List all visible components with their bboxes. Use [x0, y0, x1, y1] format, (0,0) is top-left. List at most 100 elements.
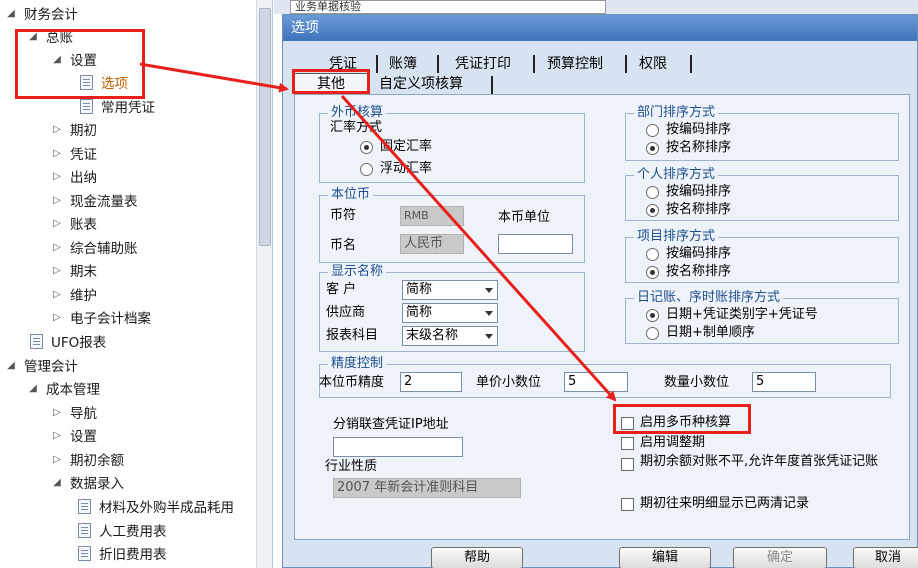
project-sort-title: 项目排序方式	[634, 229, 719, 245]
base-precision-field[interactable]: 2	[400, 372, 462, 392]
collapsed-arrow-icon[interactable]: ▷	[50, 124, 64, 135]
collapsed-arrow-icon[interactable]: ▷	[50, 195, 64, 206]
currency-name-label: 币名	[330, 238, 357, 253]
project-sort-code-radio[interactable]	[646, 248, 659, 261]
person-sort-title: 个人排序方式	[634, 167, 719, 183]
tab-ledger[interactable]: 账簿	[389, 55, 417, 73]
tree-item-finance[interactable]: ◢ 财务会计	[4, 2, 78, 24]
cancel-button[interactable]: 取消	[853, 547, 918, 568]
tree-item-opening-balance[interactable]: ▷ 期初余额	[50, 448, 124, 470]
report-subject-select[interactable]: 末级名称	[402, 326, 498, 346]
tree-item-ufo-report[interactable]: UFO报表	[30, 330, 106, 352]
floating-rate-radio[interactable]	[360, 163, 373, 176]
supplier-label: 供应商	[326, 305, 366, 320]
tree-item-voucher[interactable]: ▷ 凭证	[50, 142, 97, 164]
tree-item-reports[interactable]: ▷ 账表	[50, 212, 97, 234]
tree-item-label: 现金流量表	[70, 194, 138, 210]
collapsed-arrow-icon[interactable]: ▷	[50, 242, 64, 253]
tree-item-cost-settings[interactable]: ▷ 设置	[50, 424, 97, 446]
tree-item-e-archive[interactable]: ▷ 电子会计档案	[50, 306, 151, 328]
tree-item-auxiliary[interactable]: ▷ 综合辅助账	[50, 236, 137, 258]
tree-item-label: 折旧费用表	[99, 547, 167, 563]
tree-item-label: 账表	[70, 217, 97, 233]
ok-button[interactable]: 确定	[733, 547, 827, 568]
person-sort-name-radio[interactable]	[646, 204, 659, 217]
tree-item-cost-management[interactable]: ◢ 成本管理	[26, 377, 100, 399]
precision-title: 精度控制	[328, 356, 387, 372]
help-button[interactable]: 帮助	[431, 547, 523, 568]
tree-item-label: 电子会计档案	[70, 311, 151, 327]
tree-item-opening[interactable]: ▷ 期初	[50, 118, 97, 140]
project-sort-group: 项目排序方式 按编码排序 按名称排序	[625, 229, 899, 283]
tree-item-cashier[interactable]: ▷ 出纳	[50, 165, 97, 187]
tree-item-label: 期初	[70, 123, 97, 139]
collapsed-arrow-icon[interactable]: ▷	[50, 407, 64, 418]
adjustment-period-checkbox[interactable]	[621, 437, 634, 450]
tab-voucher-print[interactable]: 凭证打印	[455, 55, 511, 73]
tab-custom-items[interactable]: 自定义项核算	[379, 75, 463, 93]
expanded-arrow-icon[interactable]: ◢	[26, 383, 40, 394]
collapsed-arrow-icon[interactable]: ▷	[50, 430, 64, 441]
allow-unbalanced-checkbox[interactable]	[621, 458, 634, 471]
tab-separator	[376, 55, 378, 73]
tree-item-label: 材料及外购半成品耗用	[99, 500, 234, 516]
project-sort-name-radio[interactable]	[646, 266, 659, 279]
collapsed-arrow-icon[interactable]: ▷	[50, 218, 64, 229]
collapsed-arrow-icon[interactable]: ▷	[50, 148, 64, 159]
tab-budget-control[interactable]: 预算控制	[547, 55, 603, 73]
display-name-title: 显示名称	[328, 264, 387, 280]
price-decimal-field[interactable]: 5	[564, 372, 628, 392]
person-sort-group: 个人排序方式 按编码排序 按名称排序	[625, 167, 899, 221]
dept-sort-group: 部门排序方式 按编码排序 按名称排序	[625, 105, 899, 161]
person-sort-code-radio[interactable]	[646, 186, 659, 199]
collapsed-arrow-icon[interactable]: ▷	[50, 171, 64, 182]
show-settled-checkbox[interactable]	[621, 498, 634, 511]
tree-scrollbar-thumb[interactable]	[259, 8, 271, 246]
dept-sort-name-radio[interactable]	[646, 142, 659, 155]
expanded-arrow-icon[interactable]: ◢	[50, 477, 64, 488]
fixed-rate-radio[interactable]	[360, 141, 373, 154]
document-icon	[80, 98, 93, 114]
tree-item-period-end[interactable]: ▷ 期末	[50, 259, 97, 281]
collapsed-arrow-icon[interactable]: ▷	[50, 265, 64, 276]
expanded-arrow-icon[interactable]: ◢	[4, 360, 18, 371]
document-icon	[78, 522, 91, 538]
edit-button[interactable]: 编辑	[619, 547, 711, 568]
base-currency-group: 本位币 币符 RMB 本币单位 币名 人民币	[319, 187, 585, 263]
tree-item-data-entry[interactable]: ◢ 数据录入	[50, 471, 124, 493]
tree-item-navigation[interactable]: ▷ 导航	[50, 401, 97, 423]
dept-sort-code-radio[interactable]	[646, 124, 659, 137]
tab-permission[interactable]: 权限	[639, 55, 667, 73]
journal-sort-order-label: 日期+制单顺序	[666, 325, 755, 340]
tree-item-label: 管理会计	[24, 359, 78, 375]
journal-sort-order-radio[interactable]	[646, 327, 659, 340]
collapsed-arrow-icon[interactable]: ▷	[50, 289, 64, 300]
currency-unit-field[interactable]	[498, 234, 573, 254]
price-decimal-label: 单价小数位	[476, 375, 542, 390]
tree-scrollbar[interactable]	[256, 0, 272, 568]
tree-item-depreciation[interactable]: 折旧费用表	[78, 542, 167, 564]
qty-decimal-field[interactable]: 5	[752, 372, 816, 392]
tree-item-label: 设置	[70, 429, 97, 445]
project-sort-code-label: 按编码排序	[666, 246, 732, 261]
collapsed-arrow-icon[interactable]: ▷	[50, 454, 64, 465]
journal-sort-voucher-radio[interactable]	[646, 309, 659, 322]
qty-decimal-label: 数量小数位	[664, 375, 730, 390]
tree-item-labor-cost[interactable]: 人工费用表	[78, 519, 167, 541]
tree-item-maintenance[interactable]: ▷ 维护	[50, 283, 97, 305]
tree-item-label: 成本管理	[46, 382, 100, 398]
customer-select[interactable]: 简称	[402, 280, 498, 300]
person-sort-code-label: 按编码排序	[666, 184, 732, 199]
collapsed-arrow-icon[interactable]: ▷	[50, 312, 64, 323]
ip-address-field[interactable]	[333, 437, 463, 457]
tree-item-label: 凭证	[70, 147, 97, 163]
expanded-arrow-icon[interactable]: ◢	[4, 8, 18, 19]
dialog-title: 选项	[283, 15, 917, 41]
foreign-currency-title: 外币核算	[328, 105, 387, 121]
tree-item-cash-flow[interactable]: ▷ 现金流量表	[50, 189, 138, 211]
tree-item-label: 导航	[70, 406, 97, 422]
base-precision-label: 本位币精度	[319, 375, 385, 390]
supplier-select[interactable]: 简称	[402, 303, 498, 323]
tree-item-management-accounting[interactable]: ◢ 管理会计	[4, 354, 78, 376]
tree-item-material-usage[interactable]: 材料及外购半成品耗用	[78, 495, 234, 517]
